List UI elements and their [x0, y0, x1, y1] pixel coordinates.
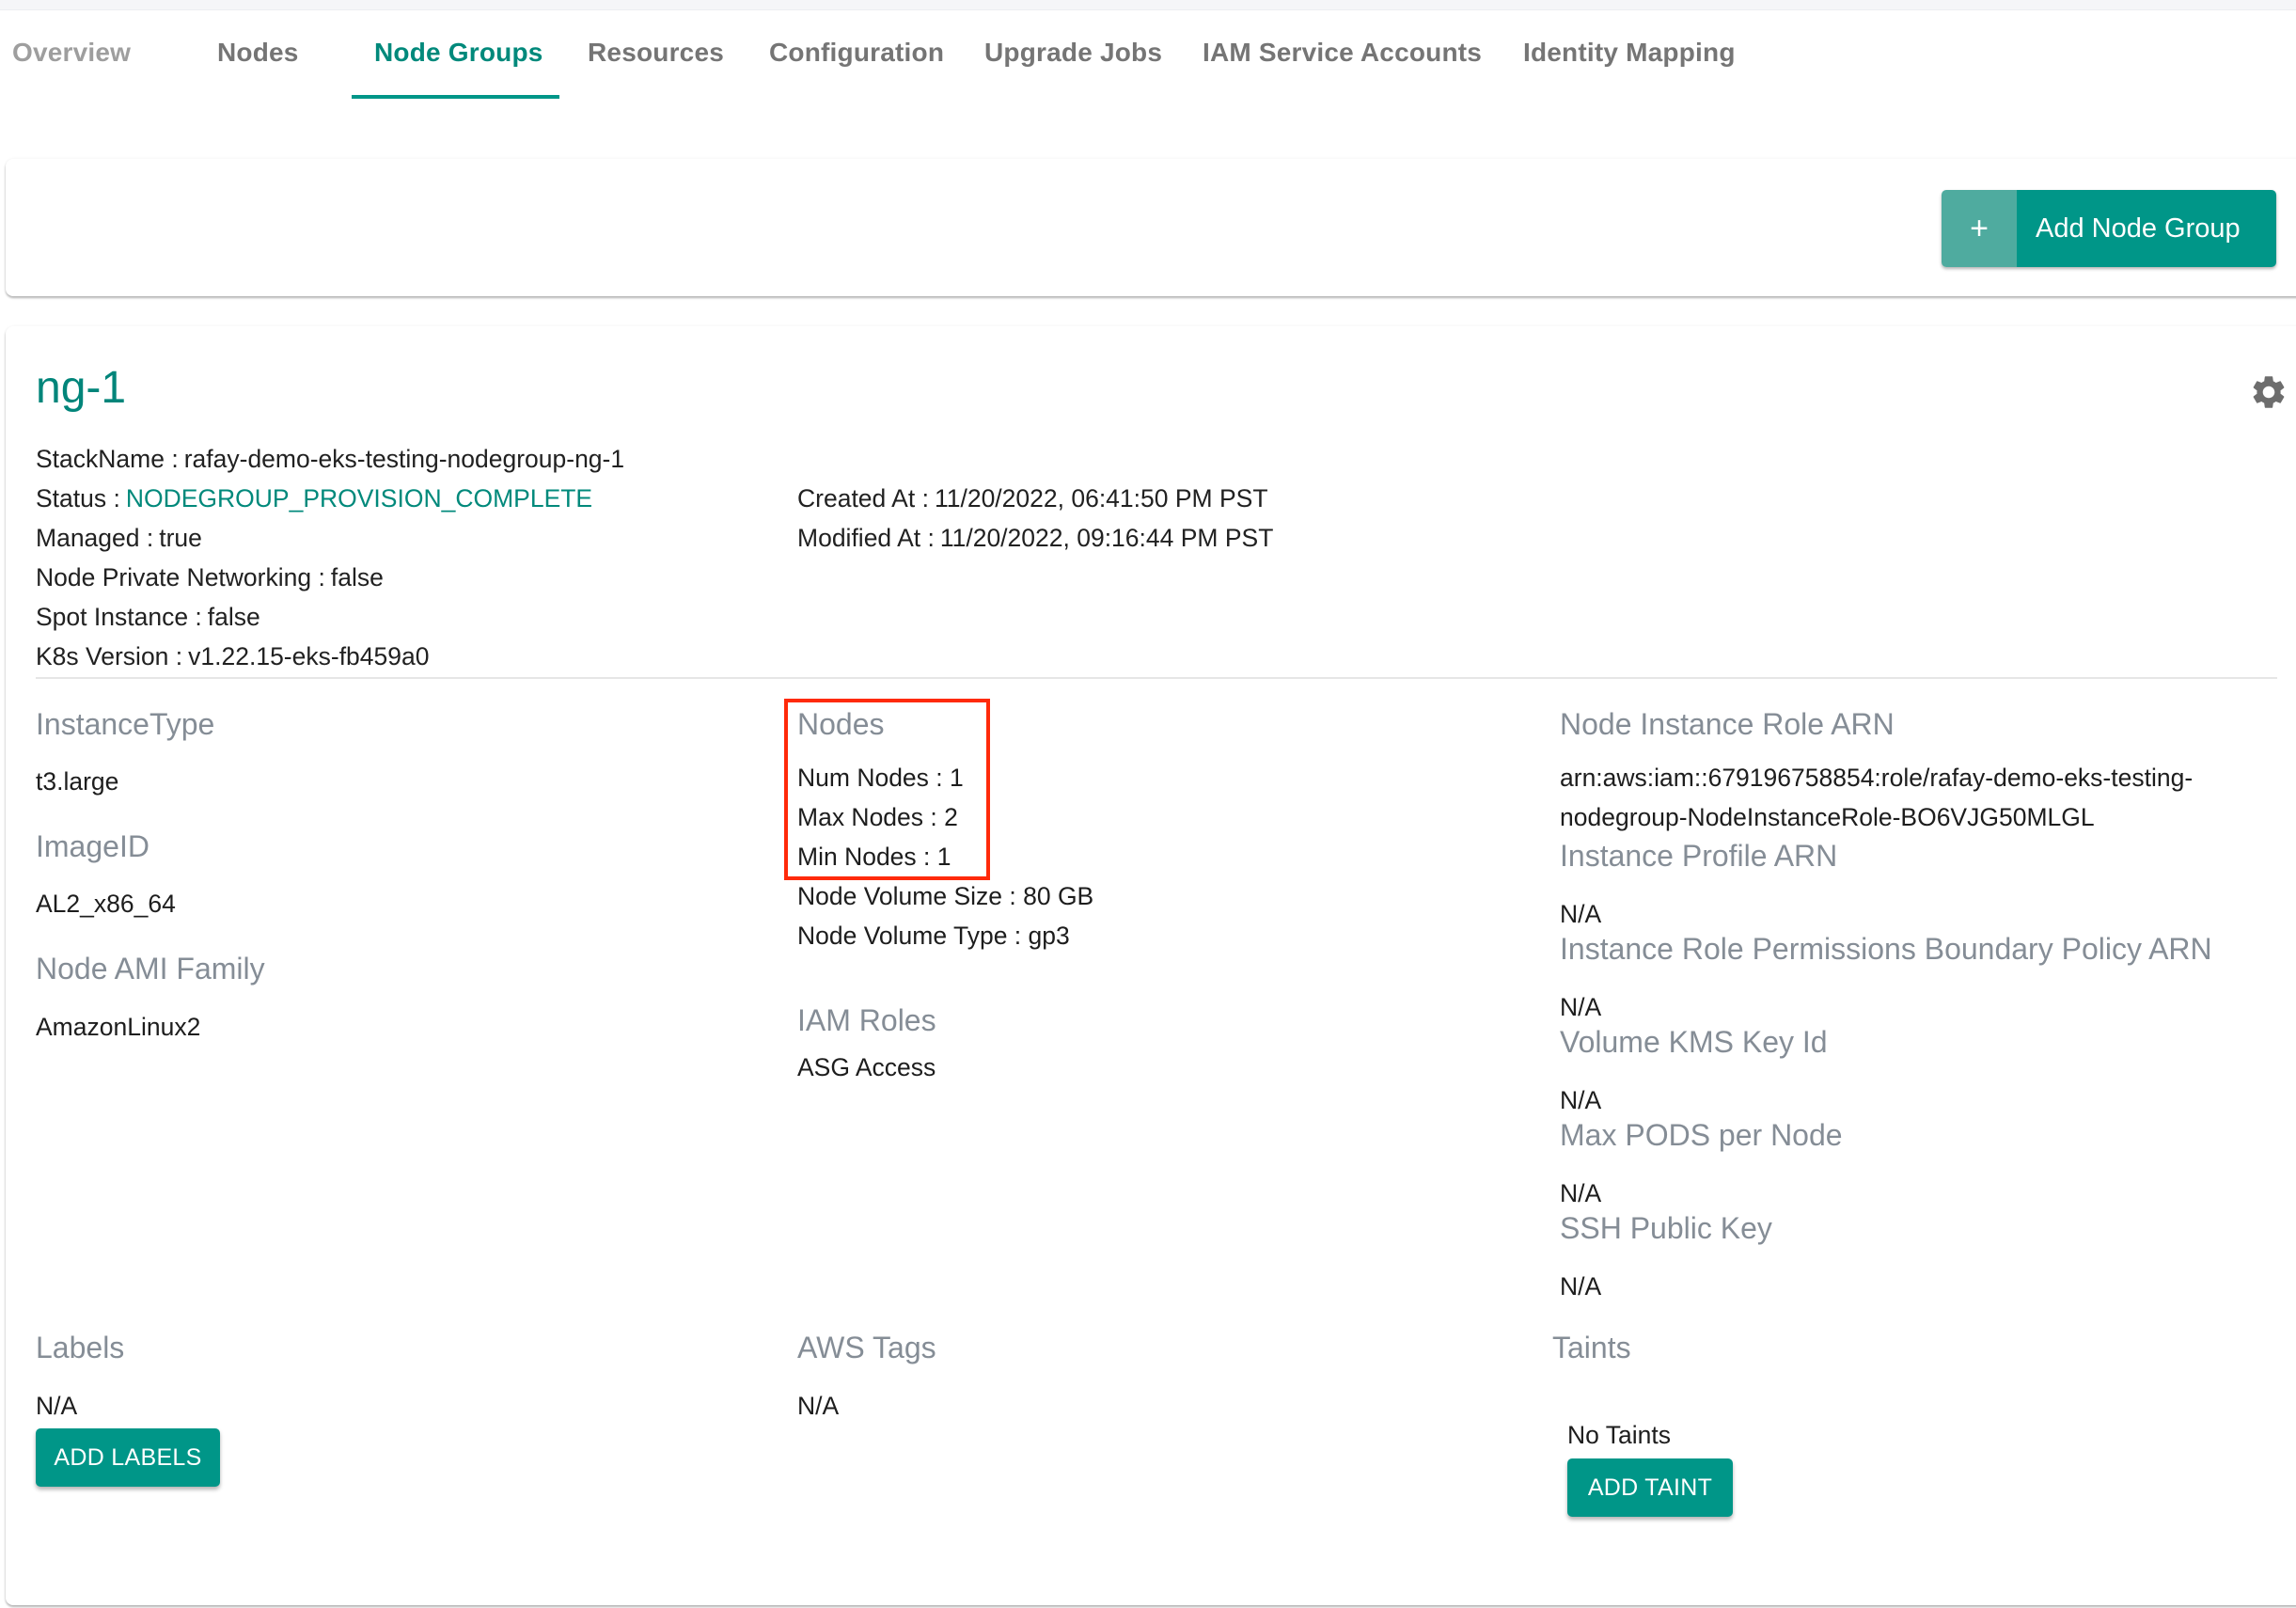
min-nodes: Min Nodes : 1 — [797, 843, 951, 871]
spot-instance-label: Spot Instance : — [36, 603, 202, 631]
status-label: Status : — [36, 484, 120, 512]
nodegroup-details-timestamps: Created At :11/20/2022, 06:41:50 PM PST … — [797, 479, 1273, 558]
ami-family-heading: Node AMI Family — [36, 952, 265, 985]
gear-icon[interactable] — [2249, 372, 2288, 412]
nodegroup-title: ng-1 — [36, 363, 127, 413]
add-node-group-label: Add Node Group — [2017, 190, 2276, 267]
ssh-public-key-heading: SSH Public Key — [1560, 1211, 1772, 1245]
plus-icon: + — [1942, 190, 2017, 267]
k8s-version-value: v1.22.15-eks-fb459a0 — [188, 642, 430, 670]
tab-configuration[interactable]: Configuration — [769, 38, 944, 68]
toolbar-card: + Add Node Group — [6, 159, 2296, 296]
nodegroup-details-left: StackName : rafay-demo-eks-testing-nodegr… — [36, 439, 624, 676]
stack-name-label: StackName : — [36, 445, 179, 473]
k8s-version-label: K8s Version : — [36, 642, 183, 670]
modified-at-value: 11/20/2022, 09:16:44 PM PST — [939, 524, 1274, 552]
max-pods-value: N/A — [1560, 1179, 1602, 1207]
instance-type-heading: InstanceType — [36, 707, 215, 741]
managed-label: Managed : — [36, 524, 154, 552]
iam-roles-value: ASG Access — [797, 1053, 936, 1081]
created-at-value: 11/20/2022, 06:41:50 PM PST — [934, 484, 1268, 512]
status-badge: NODEGROUP_PROVISION_COMPLETE — [125, 484, 593, 512]
nodegroup-card: ng-1 StackName : rafay-demo-eks-testing-n… — [6, 326, 2296, 1605]
volume-kms-key-heading: Volume KMS Key Id — [1560, 1025, 1828, 1059]
tab-node-groups[interactable]: Node Groups — [374, 38, 543, 68]
ami-family-value: AmazonLinux2 — [36, 1013, 201, 1041]
instance-profile-arn-value: N/A — [1560, 900, 1602, 928]
active-tab-indicator — [352, 95, 559, 99]
managed-row: Managed : true — [36, 518, 624, 558]
stack-name-row: StackName : rafay-demo-eks-testing-nodegr… — [36, 439, 624, 479]
taints-heading: Taints — [1552, 1331, 1631, 1364]
tab-iam-service-accounts[interactable]: IAM Service Accounts — [1203, 38, 1482, 68]
status-row: Status : NODEGROUP_PROVISION_COMPLETE — [36, 479, 624, 518]
node-instance-role-arn-line2: nodegroup-NodeInstanceRole-BO6VJG50MLGL — [1560, 803, 2095, 831]
tab-overview[interactable]: Overview — [12, 38, 131, 68]
stack-name-value: rafay-demo-eks-testing-nodegroup-ng-1 — [183, 445, 625, 473]
max-nodes: Max Nodes : 2 — [797, 803, 958, 831]
spot-instance-value: false — [207, 603, 260, 631]
add-node-group-button[interactable]: + Add Node Group — [1942, 190, 2276, 267]
node-instance-role-arn-heading: Node Instance Role ARN — [1560, 707, 1895, 741]
tab-identity-mapping[interactable]: Identity Mapping — [1523, 38, 1736, 68]
modified-at-label: Modified At : — [797, 524, 935, 552]
tab-upgrade-jobs[interactable]: Upgrade Jobs — [984, 38, 1162, 68]
taints-value: No Taints — [1567, 1421, 1671, 1449]
k8s-version-row: K8s Version : v1.22.15-eks-fb459a0 — [36, 637, 624, 676]
labels-value: N/A — [36, 1392, 78, 1420]
modified-at-row: Modified At :11/20/2022, 09:16:44 PM PST — [797, 518, 1273, 558]
permissions-boundary-value: N/A — [1560, 993, 1602, 1021]
spot-instance-row: Spot Instance : false — [36, 597, 624, 637]
tab-bar: Overview Nodes Node Groups Resources Con… — [0, 19, 2296, 102]
aws-tags-value: N/A — [797, 1392, 840, 1420]
num-nodes: Num Nodes : 1 — [797, 764, 964, 792]
private-networking-label: Node Private Networking : — [36, 563, 325, 591]
volume-kms-key-value: N/A — [1560, 1086, 1602, 1114]
tab-resources[interactable]: Resources — [588, 38, 724, 68]
labels-heading: Labels — [36, 1331, 125, 1364]
private-networking-row: Node Private Networking : false — [36, 558, 624, 597]
section-divider — [36, 677, 2277, 679]
aws-tags-heading: AWS Tags — [797, 1331, 936, 1364]
nodes-heading: Nodes — [797, 707, 885, 741]
image-id-value: AL2_x86_64 — [36, 890, 176, 918]
tab-nodes[interactable]: Nodes — [217, 38, 299, 68]
add-taint-button[interactable]: ADD TAINT — [1567, 1458, 1733, 1517]
created-at-row: Created At :11/20/2022, 06:41:50 PM PST — [797, 479, 1273, 518]
permissions-boundary-heading: Instance Role Permissions Boundary Polic… — [1560, 932, 2212, 966]
node-instance-role-arn-line1: arn:aws:iam::679196758854:role/rafay-dem… — [1560, 764, 2194, 792]
created-at-label: Created At : — [797, 484, 929, 512]
ssh-public-key-value: N/A — [1560, 1272, 1602, 1301]
max-pods-heading: Max PODS per Node — [1560, 1118, 1843, 1152]
managed-value: true — [159, 524, 202, 552]
instance-type-value: t3.large — [36, 767, 119, 796]
node-volume-type: Node Volume Type : gp3 — [797, 922, 1070, 950]
image-id-heading: ImageID — [36, 829, 149, 863]
add-labels-button[interactable]: ADD LABELS — [36, 1428, 220, 1487]
iam-roles-heading: IAM Roles — [797, 1003, 936, 1037]
node-volume-size: Node Volume Size : 80 GB — [797, 882, 1094, 910]
instance-profile-arn-heading: Instance Profile ARN — [1560, 839, 1838, 873]
private-networking-value: false — [330, 563, 384, 591]
top-bar — [0, 0, 2296, 10]
